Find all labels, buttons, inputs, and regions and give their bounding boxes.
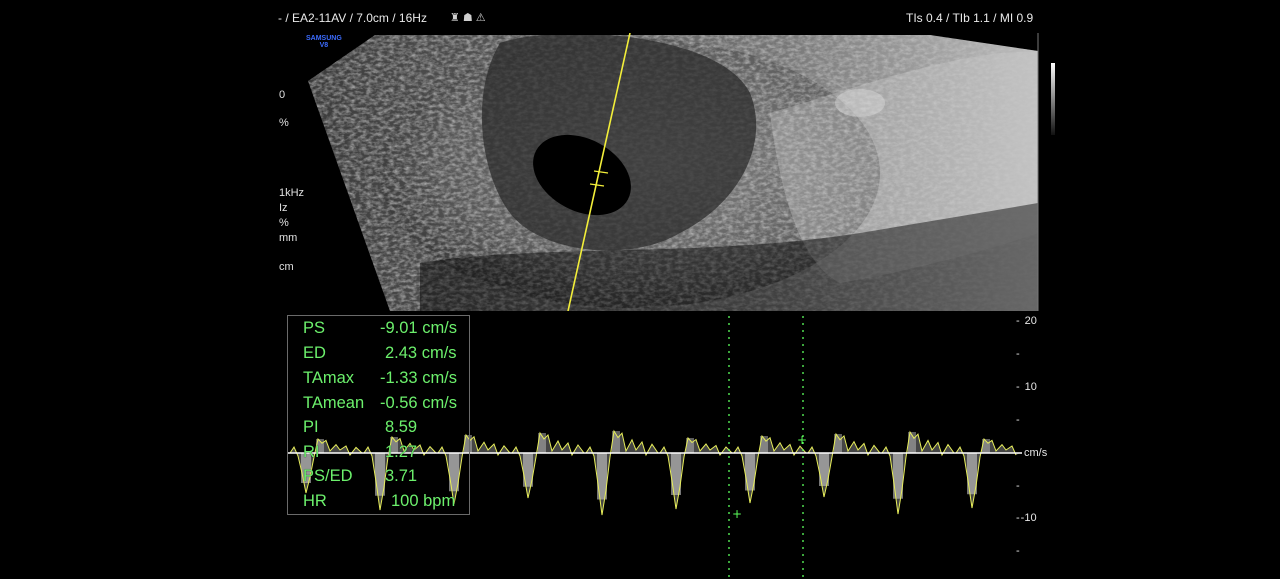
scale-minor-tick: - xyxy=(1016,414,1020,426)
side-param: cm xyxy=(279,261,294,273)
measurement-label: ED xyxy=(303,344,326,362)
measurement-label: PI xyxy=(303,418,319,436)
caliper-mark-ps: + xyxy=(732,507,742,521)
scale-minor-tick: - xyxy=(1016,480,1020,492)
brand-line-2: V8 xyxy=(319,42,329,49)
har-icon: ♜ xyxy=(450,12,463,24)
side-param: 1kHz xyxy=(279,187,305,199)
measurement-value: 8.59 xyxy=(385,418,418,436)
status-icons: ♜☗⚠ xyxy=(450,11,489,24)
measurement-label: TAmean xyxy=(303,394,365,412)
measurement-value: -0.56 cm/s xyxy=(380,394,458,412)
measurement-label: RI xyxy=(303,443,320,461)
warning-icon: ⚠ xyxy=(475,12,489,24)
brand-line-1: SAMSUNG xyxy=(306,35,342,42)
grayscale-bar xyxy=(1051,63,1055,135)
side-param: Iz xyxy=(279,202,288,214)
safety-indices: TIs 0.4 / TIb 1.1 / MI 0.9 xyxy=(906,11,1034,25)
measurement-label: HR xyxy=(303,492,327,510)
velocity-scale: -20 - -10 - cm/s - --10 - xyxy=(1014,312,1074,579)
brand-logo: SAMSUNG V8 xyxy=(306,35,342,49)
scale-tick-20: -20 xyxy=(1016,315,1037,327)
scale-tick-neg10: --10 xyxy=(1016,512,1037,524)
measurement-label: TAmax xyxy=(303,369,355,387)
scale-minor-tick: - xyxy=(1016,545,1020,557)
probe-info: - / EA2-11AV / 7.0cm / 16Hz xyxy=(278,11,427,25)
measurement-value: -1.33 cm/s xyxy=(380,369,458,387)
side-param: % xyxy=(279,117,289,129)
side-param: % xyxy=(279,217,289,229)
b-mode-image[interactable] xyxy=(300,33,1040,311)
measurement-value: -9.01 cm/s xyxy=(380,319,458,337)
baby-icon: ☗ xyxy=(462,12,476,24)
caliper-mark-ed: + xyxy=(797,433,807,447)
measurement-value: 1.27 xyxy=(385,443,418,461)
scale-tick-10: -10 xyxy=(1016,381,1037,393)
measurement-value: 2.43 cm/s xyxy=(385,344,457,362)
scale-unit: cm/s xyxy=(1024,447,1048,459)
measurement-label: PS xyxy=(303,319,326,337)
measurement-value: 100 bpm xyxy=(391,492,456,510)
measurement-label: PS/ED xyxy=(303,467,353,485)
measurement-value: 3.71 xyxy=(385,467,418,485)
side-param: 0 xyxy=(279,89,286,101)
scale-minor-tick: - xyxy=(1016,348,1020,360)
side-param: mm xyxy=(279,232,298,244)
